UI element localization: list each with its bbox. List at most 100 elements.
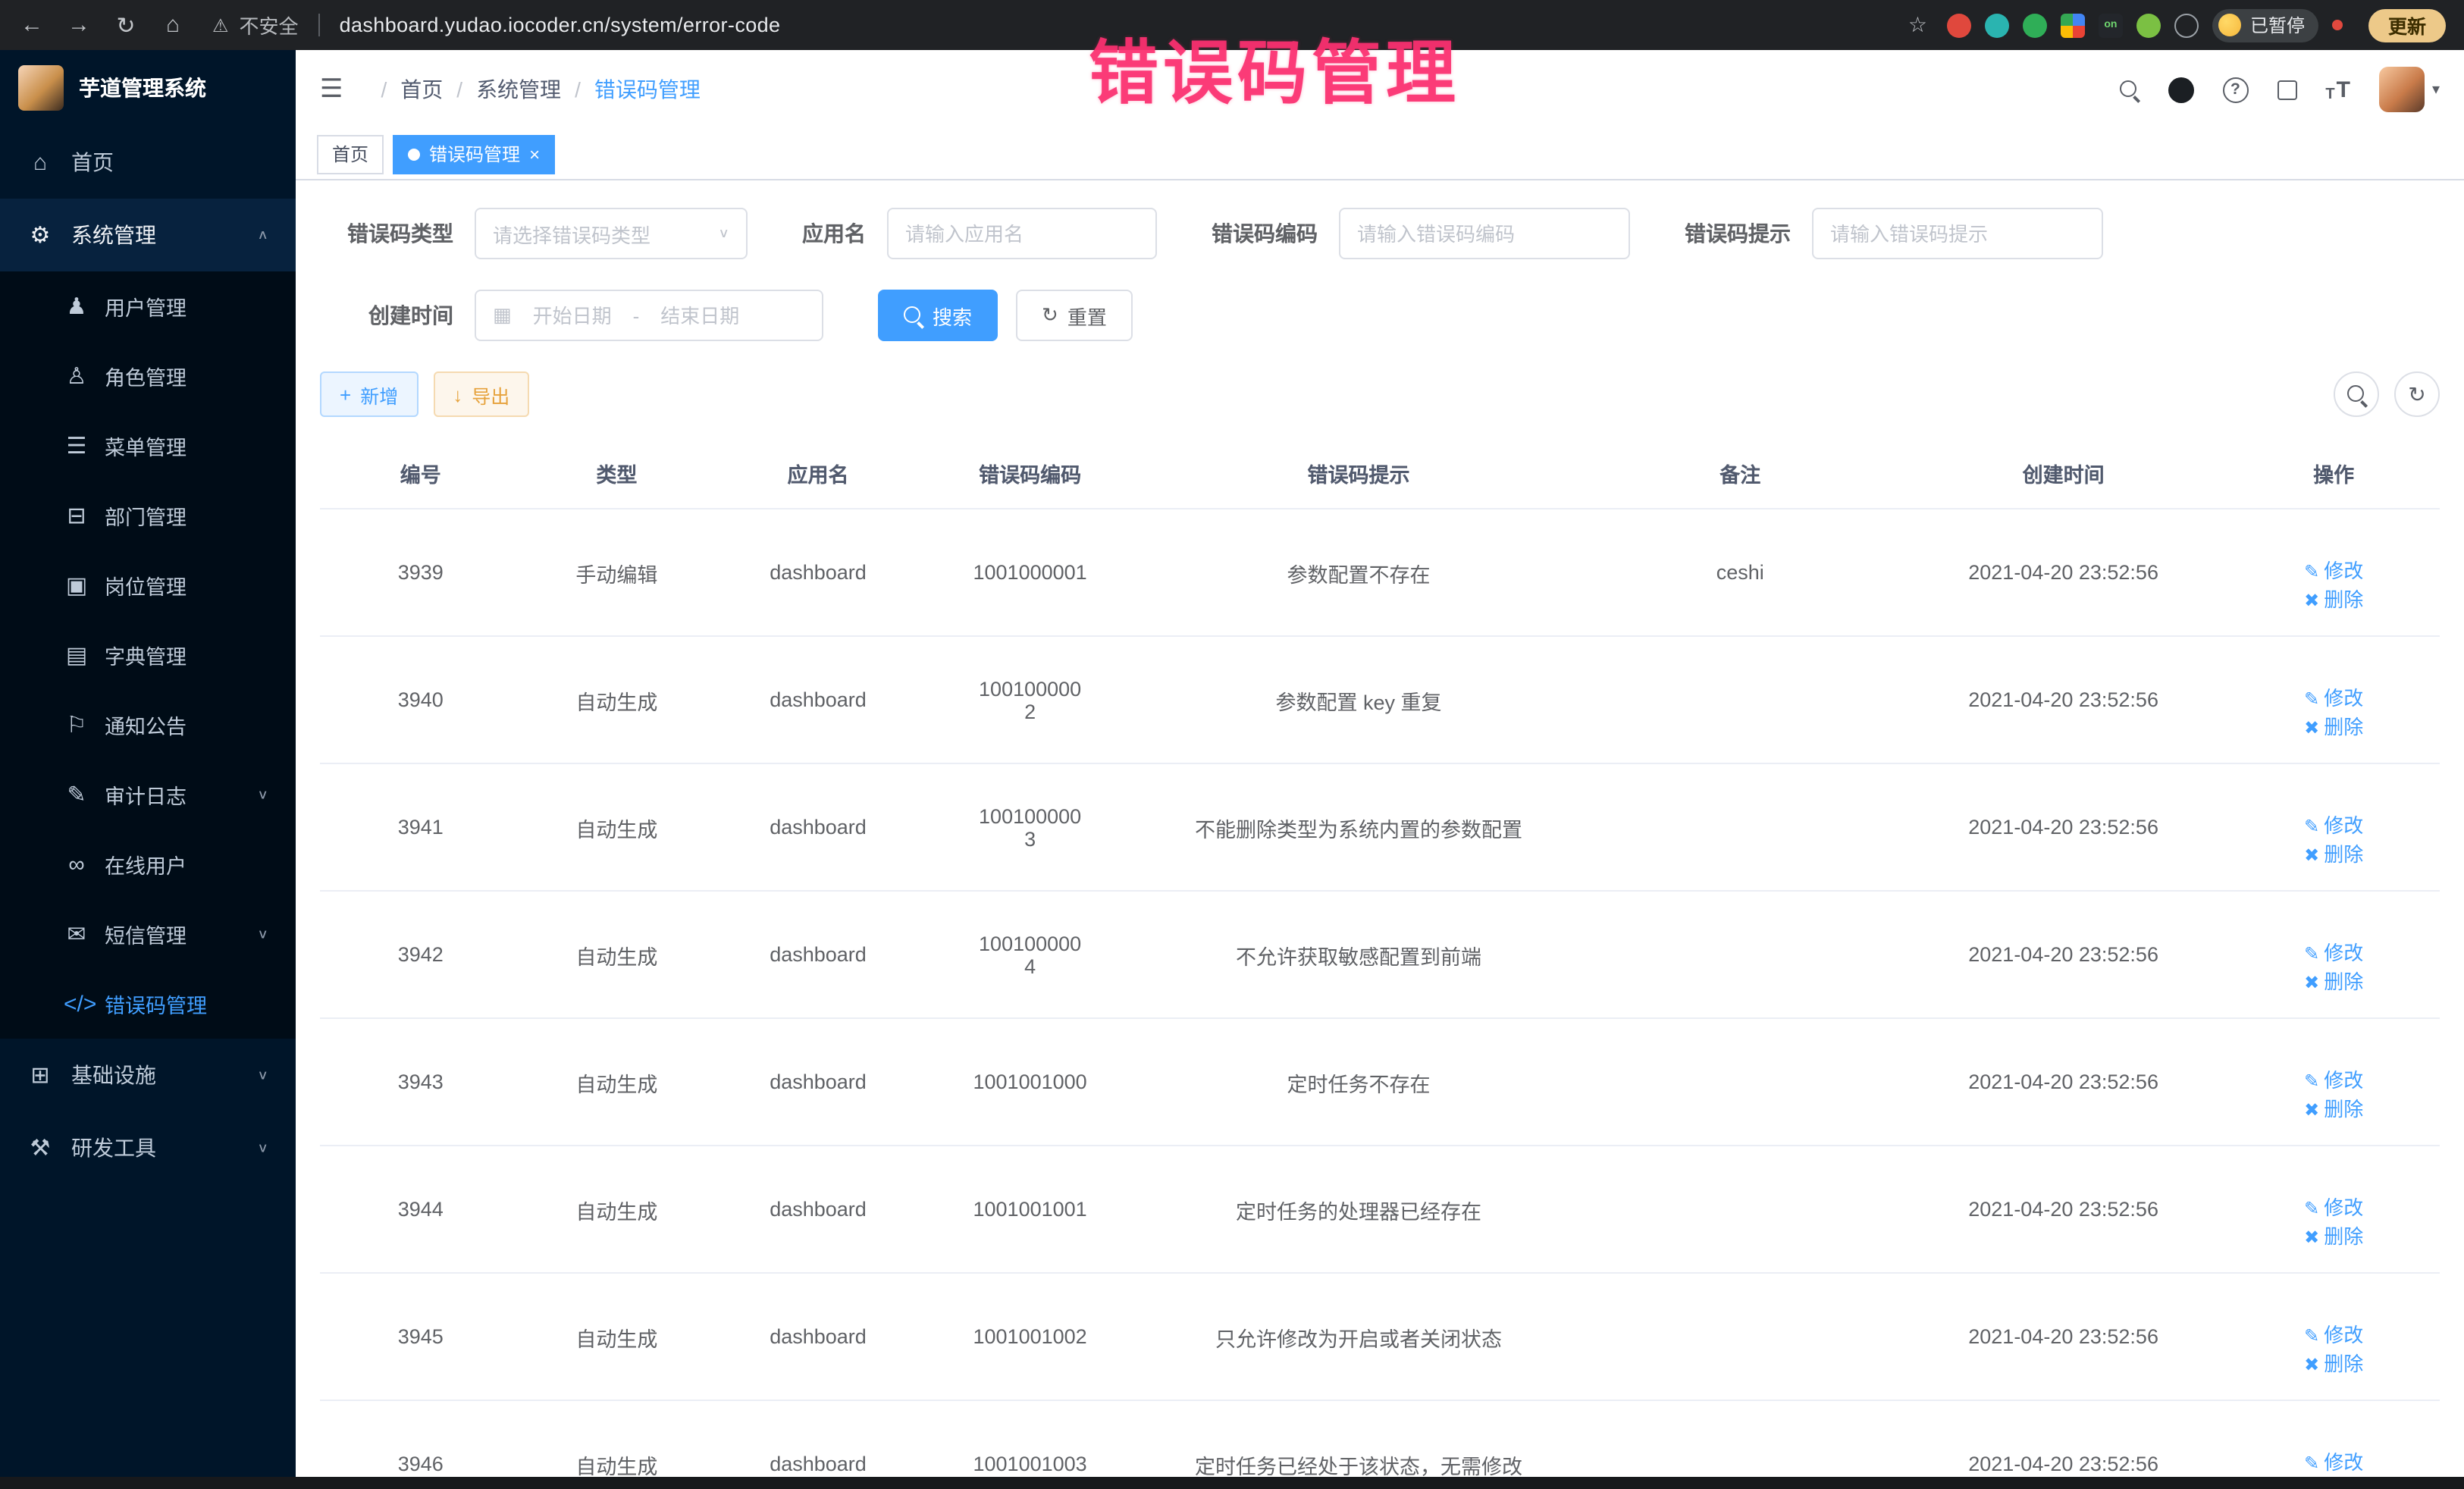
extension-icon-paw[interactable] [2136, 13, 2161, 37]
table-row: 3940 自动生成 dashboard 100100000 2 参数配置 key… [320, 636, 2440, 763]
extension-icon-record[interactable] [1947, 13, 1971, 37]
sidebar-item[interactable]: ⌂ 首页 ∧ [0, 126, 296, 199]
export-button-label: 导出 [472, 380, 509, 409]
menu-icon: ⚐ [64, 711, 89, 738]
cell-id: 3941 [320, 763, 522, 891]
home-icon[interactable]: ⌂ [159, 12, 187, 38]
sidebar-subitem[interactable]: ♟ 用户管理 ∨ [0, 271, 296, 341]
sidebar-subitem[interactable]: ∞ 在线用户 ∨ [0, 829, 296, 899]
sidebar-item[interactable]: ⚙ 系统管理 ∧ [0, 199, 296, 271]
error-code-input[interactable] [1357, 222, 1612, 245]
profile-paused-pill[interactable]: 已暂停 [2212, 8, 2318, 42]
edit-link[interactable]: ✎修改 [2304, 560, 2363, 582]
cell-id: 3943 [320, 1018, 522, 1146]
sidebar-subitem[interactable]: ✉ 短信管理 ∨ [0, 899, 296, 969]
edit-link[interactable]: ✎修改 [2304, 814, 2363, 837]
delete-link[interactable]: ✖删除 [2304, 588, 2363, 611]
search-button-label: 搜索 [933, 301, 972, 330]
security-label: 不安全 [240, 11, 299, 39]
update-button[interactable]: 更新 [2368, 8, 2446, 42]
breadcrumb-item[interactable]: 系统管理 [443, 74, 561, 105]
edit-link[interactable]: ✎修改 [2304, 1196, 2363, 1219]
cell-id: 3942 [320, 891, 522, 1018]
start-date-input[interactable] [522, 304, 622, 327]
page-content: 错误码类型 请选择错误码类型 ∨ 应用名 错误码编码 [296, 180, 2464, 1489]
system-submenu: ♟ 用户管理 ∨ ♙ 角色管理 ∨ ☰ 菜单管理 [0, 271, 296, 1039]
sidebar-toggle-icon[interactable]: ☰ [320, 74, 343, 105]
column-header[interactable]: 备注 [1582, 438, 1899, 509]
sidebar-subitem[interactable]: ⊟ 部门管理 ∨ [0, 481, 296, 550]
breadcrumb-item[interactable]: 首页 [368, 74, 444, 105]
reload-icon[interactable]: ↻ [112, 11, 140, 39]
extension-icon-grid[interactable] [2061, 13, 2085, 37]
reset-button[interactable]: ↻ 重置 [1016, 290, 1133, 341]
toggle-search-button[interactable] [2334, 371, 2379, 417]
export-button[interactable]: ↓ 导出 [433, 371, 529, 417]
error-type-select[interactable]: 请选择错误码类型 ∨ [475, 208, 748, 259]
github-icon[interactable] [2168, 77, 2193, 102]
cell-hint: 定时任务不存在 [1136, 1018, 1581, 1146]
sidebar-subitem[interactable]: </> 错误码管理 ∨ [0, 969, 296, 1039]
breadcrumb-item[interactable]: 错误码管理 [561, 74, 701, 105]
sidebar-subitem[interactable]: ⚐ 通知公告 ∨ [0, 690, 296, 760]
security-indicator[interactable]: ⚠ 不安全 [212, 11, 299, 39]
address-bar[interactable]: dashboard.yudao.iocoder.cn/system/error-… [340, 14, 781, 36]
warning-icon: ⚠ [212, 14, 229, 36]
extensions-puzzle-icon[interactable] [2174, 13, 2199, 37]
search-icon[interactable] [2119, 80, 2139, 99]
sidebar-subitem[interactable]: ▣ 岗位管理 ∨ [0, 550, 296, 620]
help-icon[interactable]: ? [2222, 77, 2248, 102]
extension-icon-teal[interactable] [1985, 13, 2009, 37]
extension-icon-green[interactable] [2023, 13, 2047, 37]
delete-link[interactable]: ✖删除 [2304, 843, 2363, 866]
column-header[interactable]: 创建时间 [1899, 438, 2227, 509]
delete-icon: ✖ [2304, 1354, 2319, 1375]
font-size-icon[interactable]: T T [2325, 77, 2350, 102]
sidebar-subitem[interactable]: ♙ 角色管理 ∨ [0, 341, 296, 411]
edit-link[interactable]: ✎修改 [2304, 1451, 2363, 1474]
view-tag[interactable]: 错误码管理 × [393, 134, 555, 174]
search-button[interactable]: 搜索 [878, 290, 998, 341]
edit-link[interactable]: ✎修改 [2304, 1069, 2363, 1092]
column-header[interactable]: 错误码编码 [924, 438, 1136, 509]
extension-icon-on-badge[interactable]: on [2099, 13, 2123, 37]
sidebar-subitem[interactable]: ☰ 菜单管理 ∨ [0, 411, 296, 481]
bookmark-star-icon[interactable]: ☆ [1908, 12, 1927, 38]
forward-icon[interactable]: → [65, 12, 92, 38]
sidebar-subitem[interactable]: ✎ 审计日志 ∨ [0, 760, 296, 829]
column-header[interactable]: 编号 [320, 438, 522, 509]
close-icon[interactable]: × [529, 143, 540, 165]
column-header[interactable]: 应用名 [712, 438, 924, 509]
user-menu[interactable]: ▾ [2379, 67, 2440, 112]
delete-icon: ✖ [2304, 1227, 2319, 1248]
chevron-down-icon: ∨ [257, 1068, 268, 1083]
add-button[interactable]: + 新增 [320, 371, 418, 417]
column-header[interactable]: 操作 [2227, 438, 2440, 509]
delete-link[interactable]: ✖删除 [2304, 716, 2363, 738]
notification-dot [2332, 20, 2343, 30]
edit-link[interactable]: ✎修改 [2304, 942, 2363, 964]
cell-type: 自动生成 [522, 1018, 713, 1146]
column-header[interactable]: 类型 [522, 438, 713, 509]
view-tag[interactable]: 首页 × [317, 134, 384, 174]
fullscreen-icon[interactable] [2277, 80, 2296, 99]
delete-link[interactable]: ✖删除 [2304, 970, 2363, 993]
refresh-table-button[interactable]: ↻ [2394, 371, 2440, 417]
delete-link[interactable]: ✖删除 [2304, 1225, 2363, 1248]
end-date-input[interactable] [650, 304, 750, 327]
chevron-down-icon: ∨ [257, 1141, 268, 1155]
delete-link[interactable]: ✖删除 [2304, 1098, 2363, 1121]
sidebar-item[interactable]: ⊞ 基础设施 ∨ [0, 1039, 296, 1111]
column-header[interactable]: 错误码提示 [1136, 438, 1581, 509]
app-name-input[interactable] [905, 222, 1139, 245]
edit-link[interactable]: ✎修改 [2304, 687, 2363, 710]
app-logo[interactable]: 芋道管理系统 [0, 50, 296, 126]
error-hint-input[interactable] [1830, 222, 2085, 245]
date-range-picker[interactable]: ▦ - [475, 290, 823, 341]
delete-link[interactable]: ✖删除 [2304, 1353, 2363, 1375]
table-body: 3939 手动编辑 dashboard 1001000001 参数配置不存在 c… [320, 509, 2440, 1489]
edit-link[interactable]: ✎修改 [2304, 1324, 2363, 1346]
back-icon[interactable]: ← [18, 12, 45, 38]
sidebar-subitem[interactable]: ▤ 字典管理 ∨ [0, 620, 296, 690]
sidebar-item[interactable]: ⚒ 研发工具 ∨ [0, 1111, 296, 1184]
